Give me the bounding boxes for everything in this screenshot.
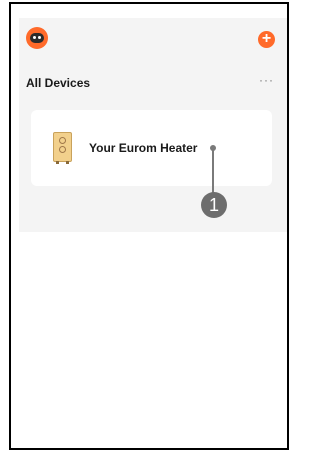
heater-foot-left	[56, 161, 59, 164]
add-device-button[interactable]: +	[258, 31, 275, 48]
avatar-eye-right	[38, 36, 41, 39]
avatar-eye-left	[33, 36, 36, 39]
device-name: Your Eurom Heater	[89, 141, 198, 155]
device-card[interactable]: Your Eurom Heater	[31, 110, 272, 186]
home-screen: + All Devices ··· Your Eurom Heater 1	[19, 18, 287, 232]
avatar-face	[30, 33, 44, 43]
callout-leader-line	[212, 148, 214, 194]
heater-foot-right	[66, 161, 69, 164]
section-title: All Devices	[26, 76, 91, 90]
plus-icon: +	[261, 30, 272, 47]
more-options-icon[interactable]: ···	[259, 73, 274, 87]
heater-knob-bottom	[59, 146, 66, 153]
heater-icon	[53, 132, 72, 164]
screenshot-frame: + All Devices ··· Your Eurom Heater 1	[9, 2, 289, 450]
callout-number-badge: 1	[201, 192, 227, 218]
robot-avatar-icon[interactable]	[26, 27, 48, 49]
heater-knob-top	[59, 137, 66, 144]
